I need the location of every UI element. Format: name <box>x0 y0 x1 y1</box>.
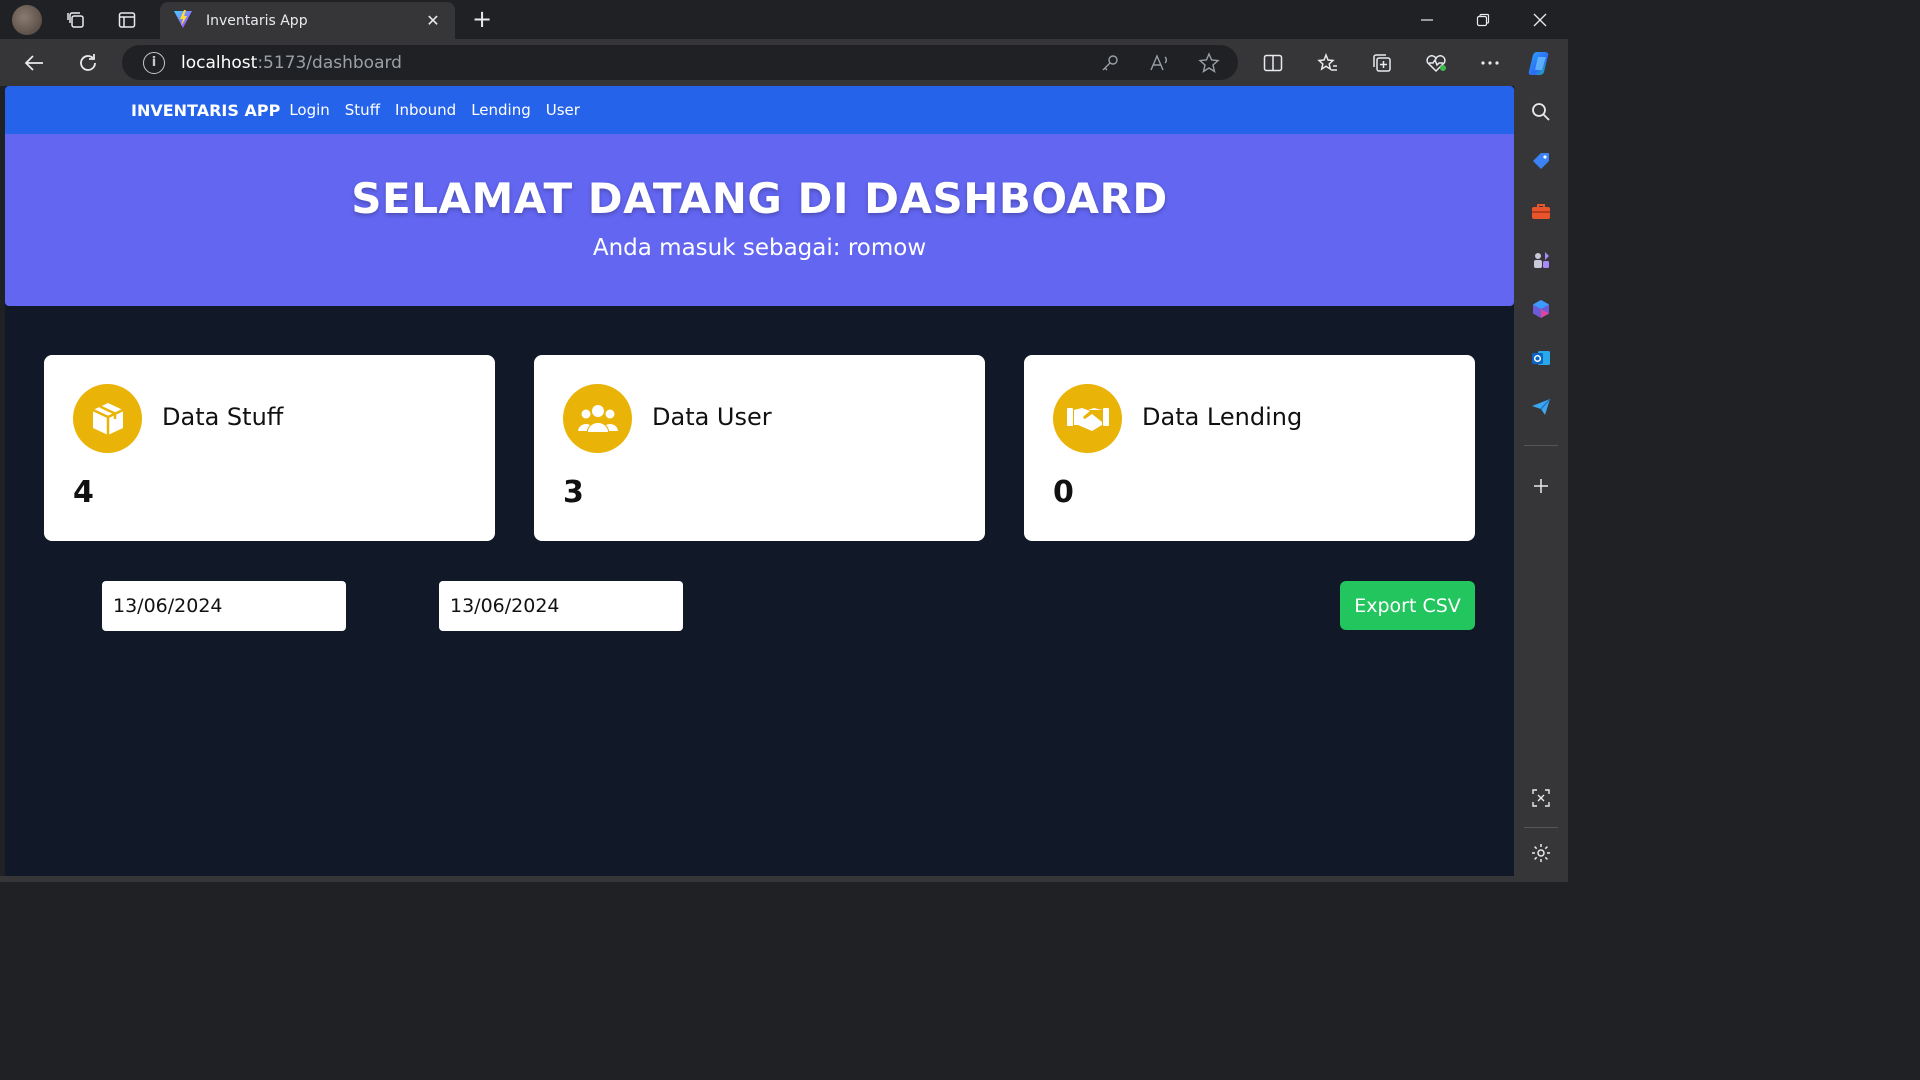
nav-link-login[interactable]: Login <box>289 101 329 119</box>
send-telegram-icon[interactable] <box>1527 393 1555 421</box>
vite-favicon-icon <box>172 8 194 34</box>
nav-link-user[interactable]: User <box>546 101 580 119</box>
address-bar[interactable]: i localhost:5173/dashboard <box>122 45 1238 80</box>
read-aloud-icon[interactable] <box>1146 49 1174 77</box>
split-screen-icon[interactable] <box>1255 45 1291 81</box>
start-date-input[interactable] <box>102 581 346 631</box>
copilot-icon[interactable] <box>1522 45 1558 81</box>
export-csv-button[interactable]: Export CSV <box>1340 581 1475 630</box>
card-data-lending[interactable]: Data Lending 0 <box>1024 355 1475 541</box>
users-icon <box>563 384 632 453</box>
site-info-icon[interactable]: i <box>143 51 165 74</box>
games-icon[interactable] <box>1527 246 1555 274</box>
favorite-star-icon[interactable] <box>1195 49 1223 77</box>
outlook-icon[interactable] <box>1527 344 1555 372</box>
page-viewport: INVENTARIS APP Login Stuff Inbound Lendi… <box>5 86 1514 876</box>
card-data-stuff[interactable]: Data Stuff 4 <box>44 355 495 541</box>
browser-tab-active[interactable]: Inventaris App ✕ <box>160 2 455 39</box>
password-key-icon[interactable] <box>1096 49 1124 77</box>
back-button[interactable] <box>16 45 52 81</box>
browser-toolbar: i localhost:5173/dashboard <box>0 39 1568 86</box>
card-value: 0 <box>1053 475 1074 510</box>
more-menu-icon[interactable] <box>1472 45 1508 81</box>
microsoft-365-icon[interactable] <box>1527 295 1555 323</box>
card-value: 3 <box>563 475 584 510</box>
new-tab-button[interactable]: + <box>468 4 496 34</box>
date-filter-bar: Mulai Sampai Export CSV <box>5 580 1514 632</box>
card-value: 4 <box>73 475 94 510</box>
app-brand[interactable]: INVENTARIS APP <box>131 101 280 120</box>
tab-close-icon[interactable]: ✕ <box>423 11 443 30</box>
nav-link-inbound[interactable]: Inbound <box>395 101 456 119</box>
url-text[interactable]: localhost:5173/dashboard <box>181 53 402 73</box>
minimize-button[interactable] <box>1399 0 1455 39</box>
box-icon <box>73 384 142 453</box>
tools-briefcase-icon[interactable] <box>1527 197 1555 225</box>
handshake-icon <box>1053 384 1122 453</box>
window-bottom-edge <box>0 876 1514 882</box>
card-title: Data Stuff <box>162 403 284 431</box>
app-navbar: INVENTARIS APP Login Stuff Inbound Lendi… <box>5 86 1514 134</box>
start-date-label: Mulai <box>44 594 98 618</box>
hero-title: SELAMAT DATANG DI DASHBOARD <box>351 174 1168 223</box>
end-date-label: Sampai <box>366 594 441 618</box>
card-data-user[interactable]: Data User 3 <box>534 355 985 541</box>
close-window-button[interactable] <box>1512 0 1568 39</box>
sidebar-divider <box>1524 827 1558 828</box>
restore-button[interactable] <box>1455 0 1511 39</box>
browser-titlebar: Inventaris App ✕ + <box>0 0 1568 39</box>
nav-link-stuff[interactable]: Stuff <box>345 101 380 119</box>
collections-icon[interactable] <box>1364 45 1400 81</box>
tab-title: Inventaris App <box>206 12 308 29</box>
add-sidebar-app-icon[interactable] <box>1527 472 1555 500</box>
reload-button[interactable] <box>70 45 106 81</box>
favorites-icon[interactable] <box>1310 45 1346 81</box>
card-title: Data Lending <box>1142 403 1303 431</box>
search-icon[interactable] <box>1527 98 1555 126</box>
sidebar-divider <box>1524 445 1558 446</box>
hero-subtitle: Anda masuk sebagai: romow <box>592 235 927 261</box>
settings-gear-icon[interactable] <box>1527 839 1555 867</box>
shopping-tag-icon[interactable] <box>1527 147 1555 175</box>
welcome-hero: SELAMAT DATANG DI DASHBOARD Anda masuk s… <box>5 134 1514 306</box>
browser-essentials-icon[interactable] <box>1418 45 1454 81</box>
nav-link-lending[interactable]: Lending <box>471 101 531 119</box>
end-date-input[interactable] <box>439 581 683 631</box>
screenshot-icon[interactable] <box>1527 784 1555 812</box>
browser-sidebar <box>1514 86 1568 882</box>
stats-cards: Data Stuff 4 Data User 3 Data Lending 0 <box>44 355 1475 541</box>
profile-avatar[interactable] <box>12 5 42 35</box>
card-title: Data User <box>652 403 772 431</box>
workspaces-icon[interactable] <box>57 0 95 39</box>
vertical-tabs-icon[interactable] <box>108 0 146 39</box>
